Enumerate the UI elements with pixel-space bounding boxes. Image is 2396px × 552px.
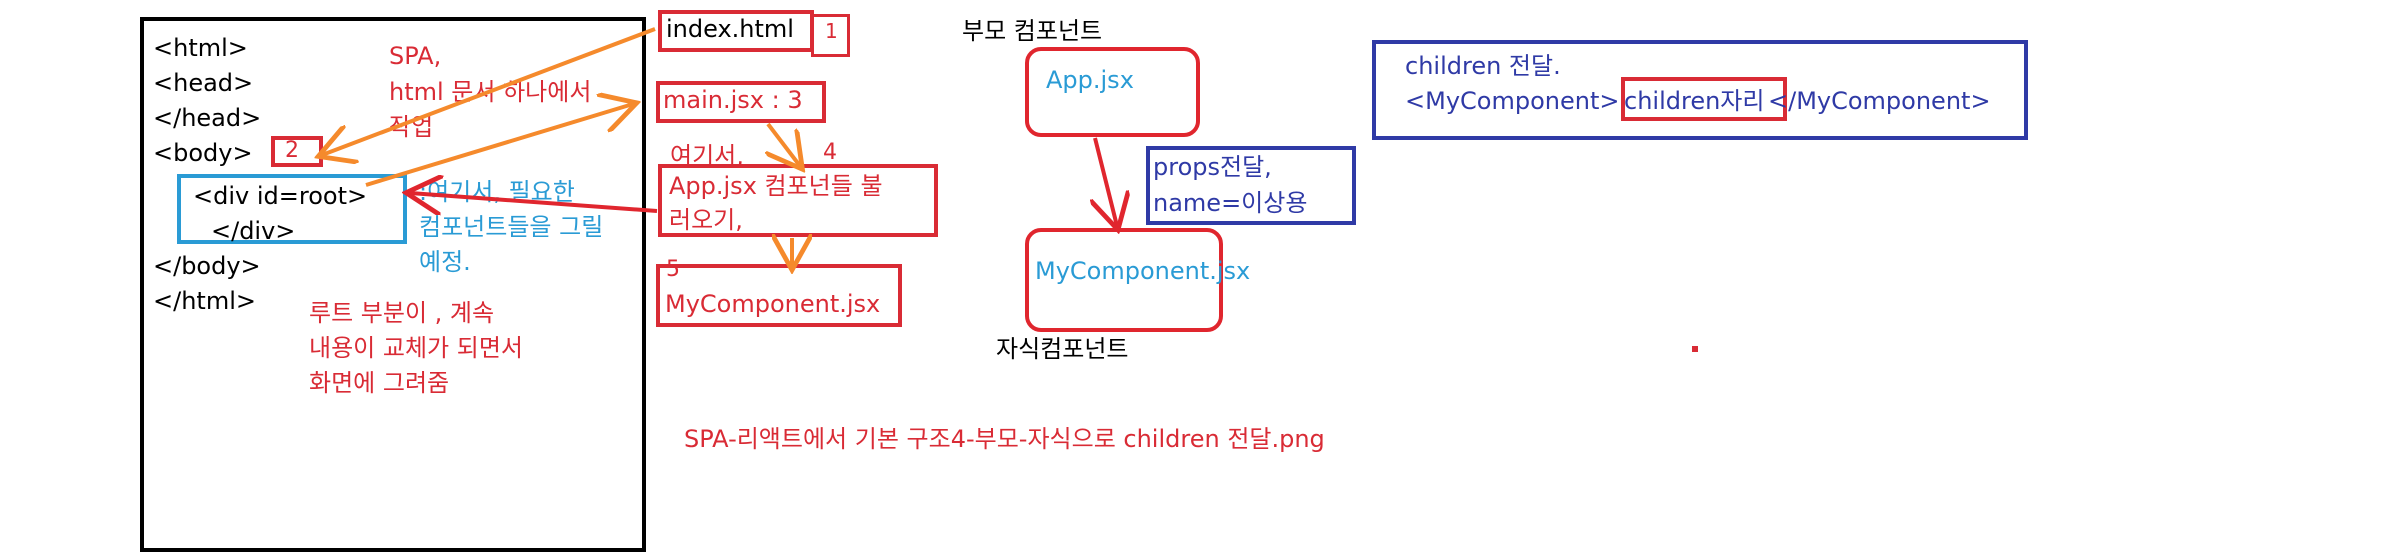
- arrow-layer: [0, 27, 2396, 552]
- arrow-index-to-body: [322, 27, 656, 155]
- arrow-app-to-root: [410, 193, 658, 211]
- arrow-root-to-main: [365, 104, 633, 187]
- arrow-main-to-app: [768, 122, 800, 166]
- arrow-parent-to-child: [1095, 137, 1117, 226]
